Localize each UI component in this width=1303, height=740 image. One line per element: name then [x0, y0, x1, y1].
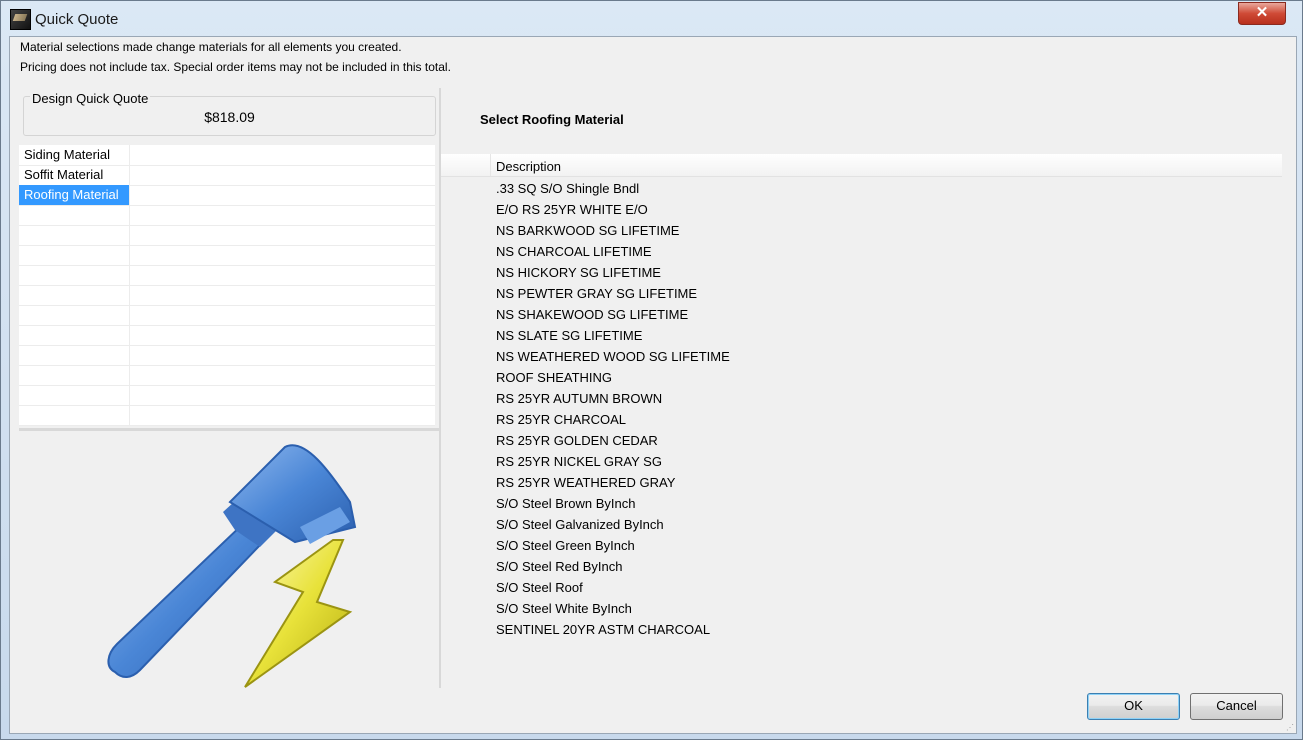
grid-cell-material[interactable]: Siding Material [19, 145, 130, 165]
grid-row[interactable] [19, 305, 435, 326]
grid-row[interactable] [19, 265, 435, 286]
grid-row[interactable] [19, 365, 435, 386]
grid-row[interactable] [19, 245, 435, 266]
quick-quote-window: Quick Quote ✕ Material selections made c… [0, 0, 1303, 740]
list-item[interactable]: RS 25YR AUTUMN BROWN [496, 390, 730, 411]
window-title: Quick Quote [35, 11, 119, 28]
list-item[interactable]: S/O Steel Roof [496, 579, 730, 600]
title-bar[interactable]: Quick Quote ✕ [1, 1, 1302, 35]
list-item[interactable]: S/O Steel Brown ByInch [496, 495, 730, 516]
grid-row[interactable] [19, 225, 435, 246]
list-item[interactable]: NS SHAKEWOOD SG LIFETIME [496, 306, 730, 327]
list-item[interactable]: S/O Steel Galvanized ByInch [496, 516, 730, 537]
paintbrush-lightning-icon [107, 444, 357, 688]
resize-grip[interactable]: ⋰ [1286, 723, 1294, 732]
quote-price: $818.09 [204, 109, 255, 125]
grid-row[interactable]: Roofing Material [19, 185, 435, 206]
grid-row[interactable] [19, 385, 435, 406]
grid-cell-material[interactable]: Soffit Material [19, 165, 130, 185]
list-item[interactable]: .33 SQ S/O Shingle Bndl [496, 180, 730, 201]
dialog-body: Material selections made change material… [9, 36, 1297, 734]
info-text-line2: Pricing does not include tax. Special or… [20, 60, 451, 74]
grid-cell-material[interactable] [19, 285, 130, 305]
list-item[interactable]: NS CHARCOAL LIFETIME [496, 243, 730, 264]
ok-button[interactable]: OK [1087, 693, 1180, 720]
list-item[interactable]: ROOF SHEATHING [496, 369, 730, 390]
vertical-splitter[interactable] [439, 88, 441, 688]
close-button[interactable]: ✕ [1238, 2, 1286, 25]
grid-row[interactable] [19, 345, 435, 366]
list-item[interactable]: NS HICKORY SG LIFETIME [496, 264, 730, 285]
group-title: Design Quick Quote [30, 91, 151, 106]
list-item[interactable]: RS 25YR CHARCOAL [496, 411, 730, 432]
grid-cell-material[interactable] [19, 385, 130, 405]
grid-row-label: Roofing Material [24, 187, 119, 202]
grid-row-label: Siding Material [24, 147, 110, 162]
grid-row[interactable] [19, 285, 435, 306]
grid-row[interactable]: Siding Material [19, 145, 435, 166]
grid-row-label: Soffit Material [24, 167, 104, 182]
cancel-button[interactable]: Cancel [1190, 693, 1283, 720]
grid-cell-material[interactable] [19, 305, 130, 325]
grid-row[interactable] [19, 405, 435, 426]
grid-row[interactable]: Soffit Material [19, 165, 435, 186]
grid-cell-material[interactable] [19, 325, 130, 345]
list-item[interactable]: SENTINEL 20YR ASTM CHARCOAL [496, 621, 730, 642]
grid-cell-material[interactable] [19, 345, 130, 365]
info-text-line1: Material selections made change material… [20, 40, 402, 54]
grid-cell-material[interactable] [19, 265, 130, 285]
list-item[interactable]: S/O Steel Red ByInch [496, 558, 730, 579]
header-separator[interactable] [490, 154, 491, 176]
grid-cell-material[interactable] [19, 205, 130, 225]
materials-grid[interactable]: Siding Material Soffit Material Roofing Ma… [19, 145, 435, 426]
list-header: Description [441, 154, 1282, 177]
description-column-header[interactable]: Description [496, 159, 561, 174]
horizontal-splitter[interactable] [19, 428, 440, 431]
app-icon [10, 9, 31, 30]
list-item[interactable]: RS 25YR GOLDEN CEDAR [496, 432, 730, 453]
select-material-title: Select Roofing Material [480, 112, 624, 127]
grid-cell-material[interactable] [19, 365, 130, 385]
grid-cell-material[interactable]: Roofing Material [19, 185, 130, 205]
design-quick-quote-group: Design Quick Quote $818.09 [23, 91, 436, 136]
list-item[interactable]: NS BARKWOOD SG LIFETIME [496, 222, 730, 243]
material-list[interactable]: .33 SQ S/O Shingle Bndl E/O RS 25YR WHITE… [496, 180, 730, 642]
list-item[interactable]: NS WEATHERED WOOD SG LIFETIME [496, 348, 730, 369]
grid-cell-material[interactable] [19, 225, 130, 245]
list-item[interactable]: RS 25YR WEATHERED GRAY [496, 474, 730, 495]
list-item[interactable]: S/O Steel Green ByInch [496, 537, 730, 558]
grid-row[interactable] [19, 325, 435, 346]
grid-row[interactable] [19, 205, 435, 226]
list-item[interactable]: RS 25YR NICKEL GRAY SG [496, 453, 730, 474]
grid-cell-material[interactable] [19, 405, 130, 425]
list-item[interactable]: NS PEWTER GRAY SG LIFETIME [496, 285, 730, 306]
list-item[interactable]: NS SLATE SG LIFETIME [496, 327, 730, 348]
list-item[interactable]: S/O Steel White ByInch [496, 600, 730, 621]
grid-cell-material[interactable] [19, 245, 130, 265]
list-item[interactable]: E/O RS 25YR WHITE E/O [496, 201, 730, 222]
